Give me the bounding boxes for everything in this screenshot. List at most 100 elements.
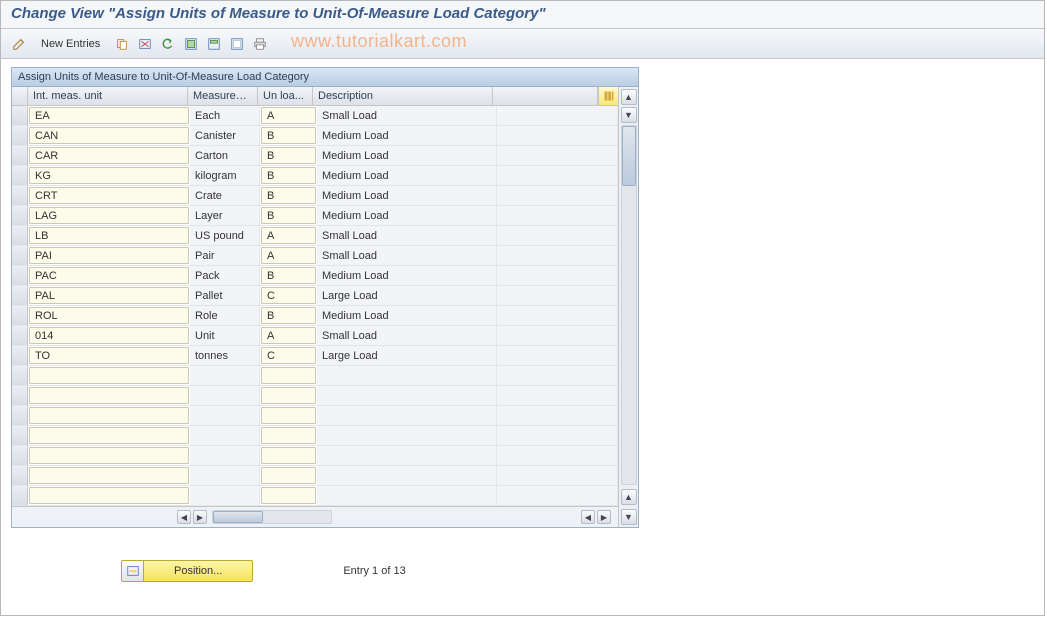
- cell-unit[interactable]: EA: [29, 107, 189, 124]
- hscroll-track[interactable]: [212, 510, 332, 524]
- cell-fill: [497, 186, 618, 205]
- cell-fill: [497, 446, 618, 465]
- cell-load[interactable]: C: [261, 287, 316, 304]
- row-selector[interactable]: [12, 246, 28, 265]
- select-all-button[interactable]: [181, 34, 201, 54]
- print-button[interactable]: [250, 34, 270, 54]
- row-selector[interactable]: [12, 426, 28, 445]
- row-selector[interactable]: [12, 406, 28, 425]
- cell-unit[interactable]: [29, 467, 189, 484]
- row-selector[interactable]: [12, 486, 28, 505]
- row-selector[interactable]: [12, 346, 28, 365]
- row-selector[interactable]: [12, 126, 28, 145]
- cell-description: [317, 446, 497, 465]
- toolbar: New Entries www.tutorialkart.com: [1, 29, 1044, 59]
- cell-unit[interactable]: [29, 447, 189, 464]
- cell-load[interactable]: C: [261, 347, 316, 364]
- cell-unit[interactable]: [29, 427, 189, 444]
- column-header-description[interactable]: Description: [313, 87, 493, 105]
- cell-unit[interactable]: [29, 487, 189, 504]
- column-header-unit[interactable]: Int. meas. unit: [28, 87, 188, 105]
- assignment-panel: Assign Units of Measure to Unit-Of-Measu…: [11, 67, 639, 528]
- cell-load[interactable]: A: [261, 247, 316, 264]
- hscroll-right2-button[interactable]: ▶: [597, 510, 611, 524]
- row-selector[interactable]: [12, 206, 28, 225]
- cell-load[interactable]: B: [261, 147, 316, 164]
- toggle-display-change-button[interactable]: [9, 34, 29, 54]
- row-selector[interactable]: [12, 306, 28, 325]
- cell-fill: [497, 406, 618, 425]
- cell-unit[interactable]: CAN: [29, 127, 189, 144]
- cell-load[interactable]: A: [261, 227, 316, 244]
- cell-load[interactable]: [261, 447, 316, 464]
- cell-measurement: US pound: [190, 226, 260, 245]
- row-selector[interactable]: [12, 226, 28, 245]
- cell-unit[interactable]: PAC: [29, 267, 189, 284]
- cell-unit[interactable]: KG: [29, 167, 189, 184]
- cell-load[interactable]: [261, 367, 316, 384]
- cell-load[interactable]: [261, 467, 316, 484]
- row-selector[interactable]: [12, 286, 28, 305]
- delete-button[interactable]: [135, 34, 155, 54]
- cell-load[interactable]: B: [261, 267, 316, 284]
- row-selector[interactable]: [12, 386, 28, 405]
- grid-header-row: Int. meas. unit Measurem... Un loa... De…: [12, 87, 618, 106]
- vscroll-down2-button[interactable]: ▼: [621, 509, 637, 525]
- cell-unit[interactable]: TO: [29, 347, 189, 364]
- vscroll-thumb[interactable]: [622, 126, 636, 186]
- position-icon: [122, 561, 144, 581]
- column-header-unload[interactable]: Un loa...: [258, 87, 313, 105]
- row-selector[interactable]: [12, 146, 28, 165]
- select-block-button[interactable]: [204, 34, 224, 54]
- cell-load[interactable]: B: [261, 207, 316, 224]
- row-selector[interactable]: [12, 366, 28, 385]
- cell-load[interactable]: A: [261, 327, 316, 344]
- cell-load[interactable]: B: [261, 167, 316, 184]
- cell-load[interactable]: B: [261, 307, 316, 324]
- cell-load[interactable]: B: [261, 187, 316, 204]
- vscroll-down-button[interactable]: ▼: [621, 107, 637, 123]
- cell-load[interactable]: [261, 387, 316, 404]
- cell-unit[interactable]: LB: [29, 227, 189, 244]
- cell-unit[interactable]: 014: [29, 327, 189, 344]
- row-selector[interactable]: [12, 446, 28, 465]
- cell-unit[interactable]: LAG: [29, 207, 189, 224]
- hscroll-left-button[interactable]: ◀: [177, 510, 191, 524]
- cell-unit[interactable]: CRT: [29, 187, 189, 204]
- hscroll-right-button[interactable]: ▶: [193, 510, 207, 524]
- vscroll-up2-button[interactable]: ▲: [621, 489, 637, 505]
- configure-columns-button[interactable]: [598, 87, 618, 105]
- copy-as-button[interactable]: [112, 34, 132, 54]
- cell-unit[interactable]: CAR: [29, 147, 189, 164]
- row-selector[interactable]: [12, 166, 28, 185]
- hscroll-left2-button[interactable]: ◀: [581, 510, 595, 524]
- cell-measurement: Crate: [190, 186, 260, 205]
- vscroll-track[interactable]: [621, 125, 637, 485]
- cell-load[interactable]: B: [261, 127, 316, 144]
- position-button[interactable]: Position...: [121, 560, 253, 582]
- new-entries-button[interactable]: New Entries: [32, 34, 109, 54]
- cell-unit[interactable]: [29, 387, 189, 404]
- row-selector[interactable]: [12, 186, 28, 205]
- row-selector[interactable]: [12, 466, 28, 485]
- undo-change-button[interactable]: [158, 34, 178, 54]
- cell-fill: [497, 266, 618, 285]
- hscroll-thumb[interactable]: [213, 511, 263, 523]
- cell-load[interactable]: A: [261, 107, 316, 124]
- row-selector[interactable]: [12, 266, 28, 285]
- cell-measurement: [190, 386, 260, 405]
- vscroll-up-button[interactable]: ▲: [621, 89, 637, 105]
- row-selector[interactable]: [12, 106, 28, 125]
- cell-load[interactable]: [261, 427, 316, 444]
- cell-load[interactable]: [261, 407, 316, 424]
- row-selector[interactable]: [12, 326, 28, 345]
- cell-unit[interactable]: ROL: [29, 307, 189, 324]
- row-selector-header[interactable]: [12, 87, 28, 105]
- cell-load[interactable]: [261, 487, 316, 504]
- cell-unit[interactable]: PAL: [29, 287, 189, 304]
- column-header-measurement[interactable]: Measurem...: [188, 87, 258, 105]
- cell-unit[interactable]: PAI: [29, 247, 189, 264]
- cell-unit[interactable]: [29, 367, 189, 384]
- cell-unit[interactable]: [29, 407, 189, 424]
- deselect-all-button[interactable]: [227, 34, 247, 54]
